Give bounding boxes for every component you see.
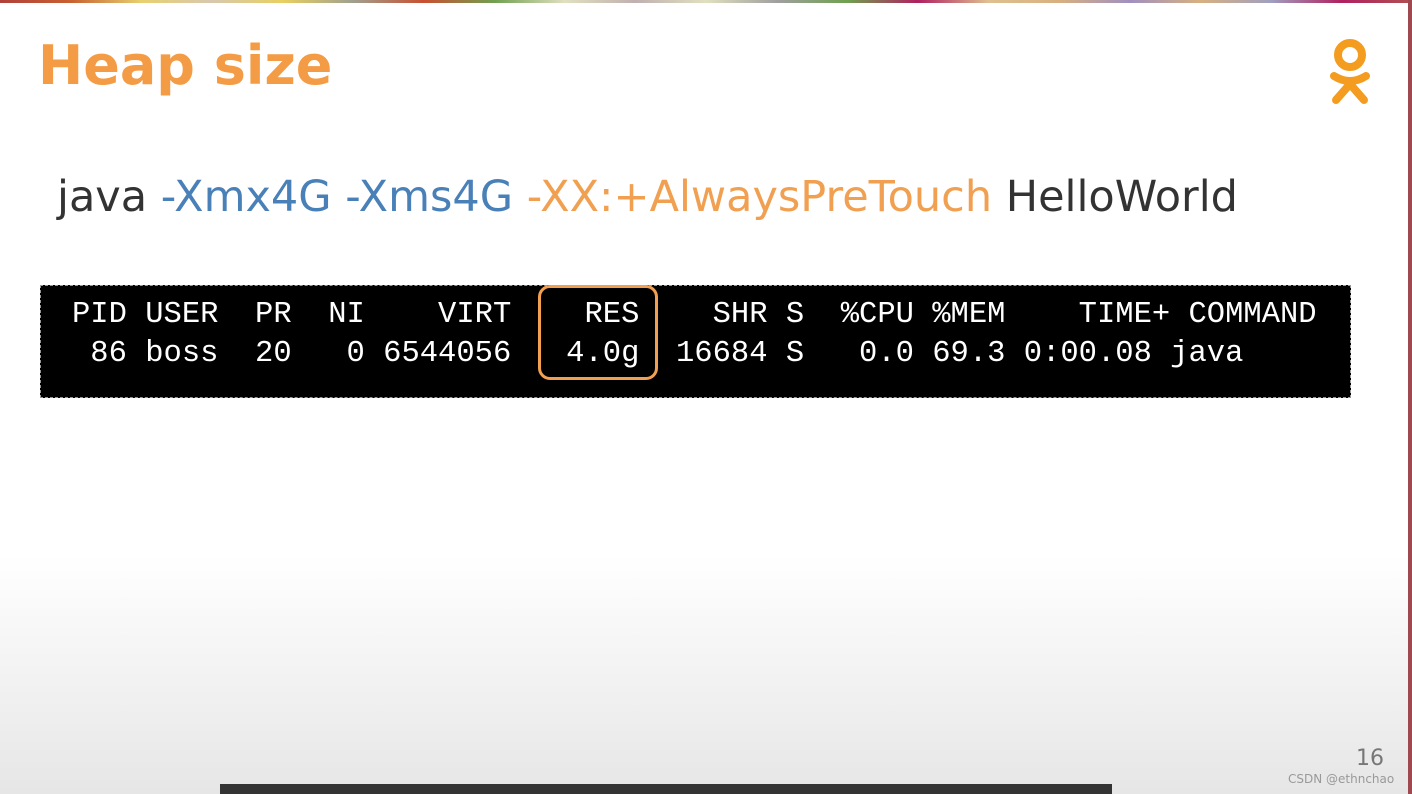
xms-flag: -Xms4G (345, 172, 527, 222)
watermark: CSDN @ethnchao (1288, 772, 1395, 786)
top-color-strip (0, 0, 1412, 3)
window-edge (1408, 0, 1412, 794)
java-command: java -Xmx4G -Xms4G -XX:+AlwaysPreTouch H… (57, 172, 1238, 222)
page-number: 16 (1356, 746, 1384, 771)
res-column-highlight (538, 285, 658, 380)
top-header-row: PID USER PR NI VIRT RES SHR S %CPU %MEM … (72, 298, 1317, 332)
subtitle-bar (220, 784, 1112, 794)
main-class: HelloWorld (1005, 172, 1238, 222)
odnoklassniki-logo-icon (1330, 39, 1370, 104)
pretouch-flag: -XX:+AlwaysPreTouch (526, 172, 1006, 222)
xmx-flag: -Xmx4G (160, 172, 346, 222)
command-program: java (57, 172, 161, 222)
top-output-terminal: PID USER PR NI VIRT RES SHR S %CPU %MEM … (40, 285, 1351, 398)
slide-title: Heap size (38, 34, 333, 97)
